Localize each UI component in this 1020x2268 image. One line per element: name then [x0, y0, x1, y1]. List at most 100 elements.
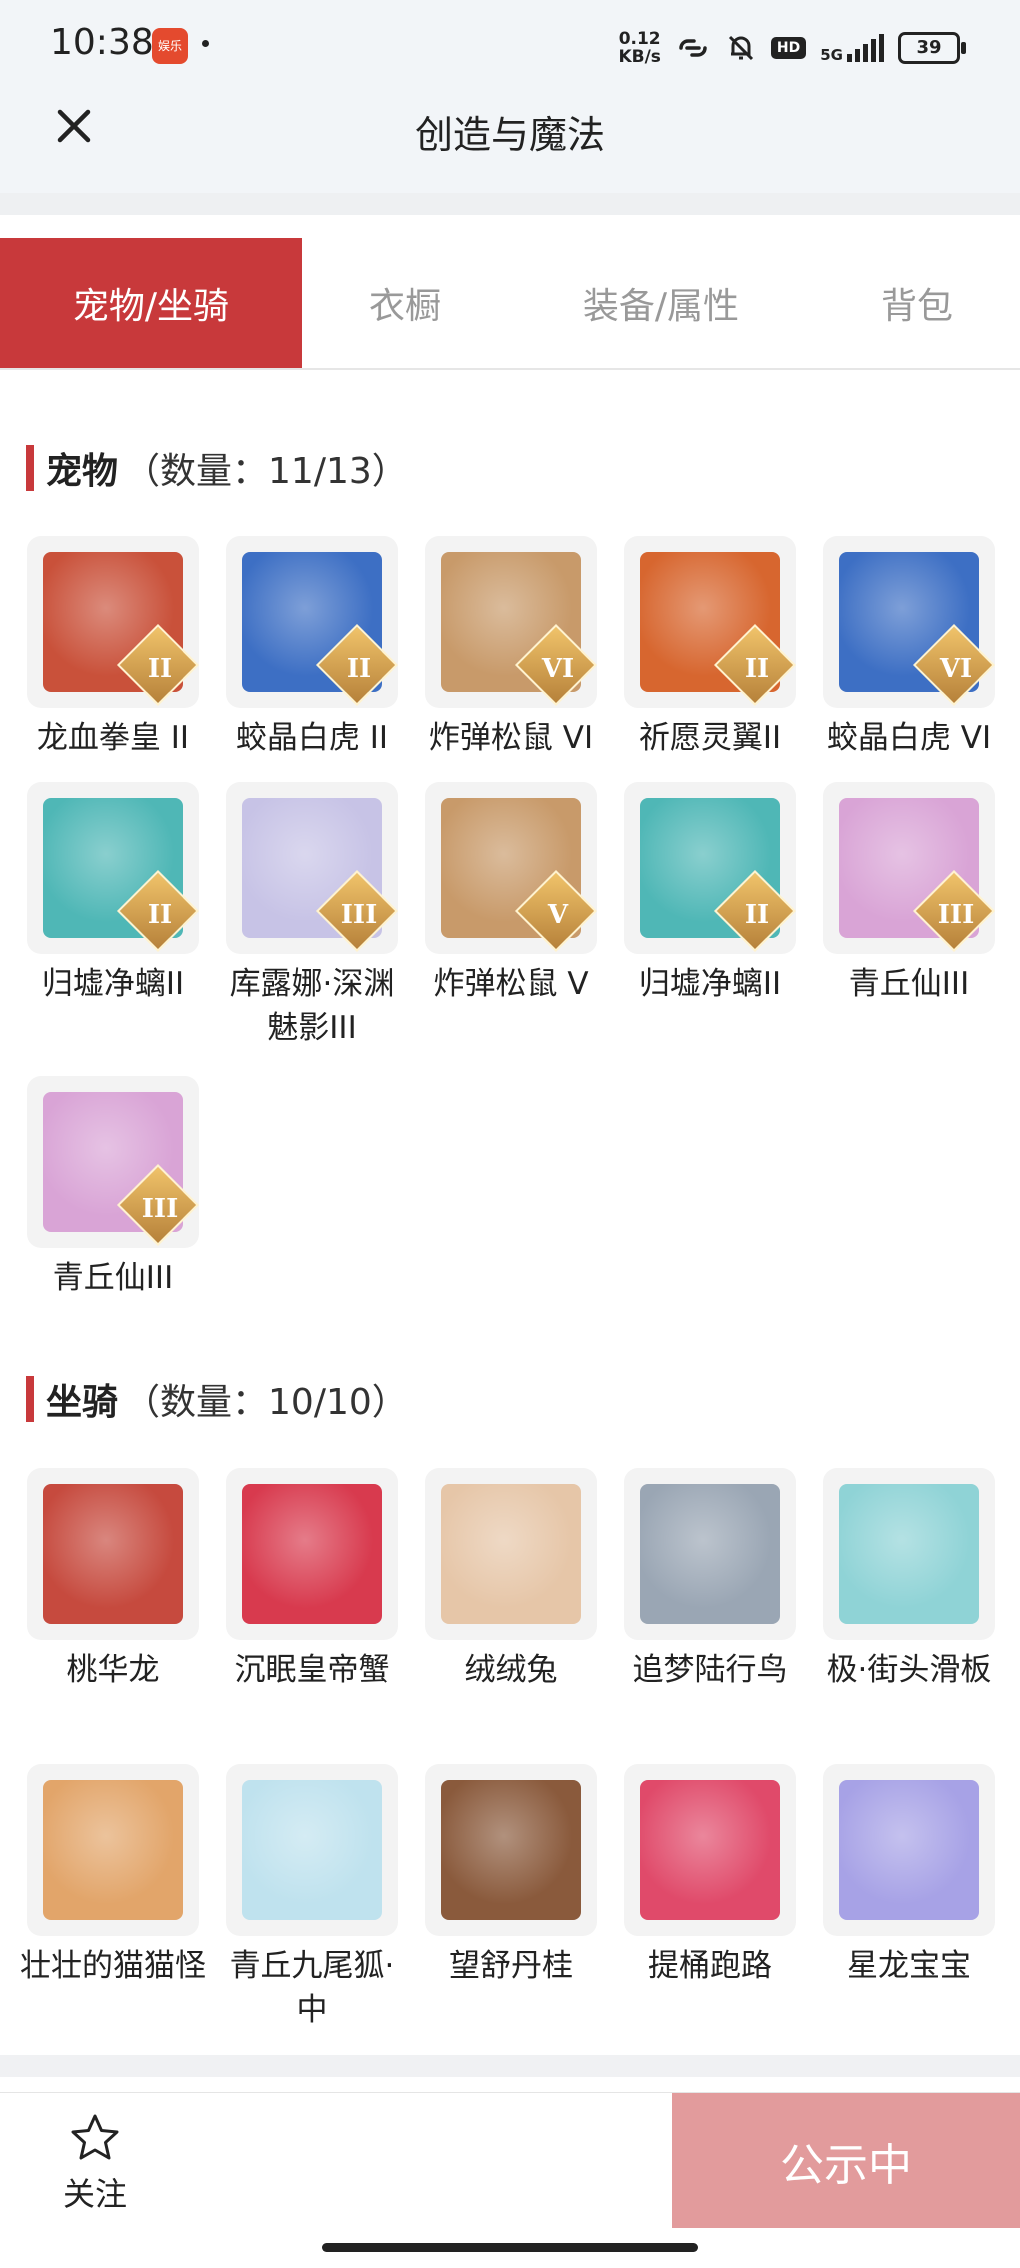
item-name: 追梦陆行鸟: [632, 1652, 788, 1688]
status-time: 10:38: [50, 22, 154, 63]
rank-label: II: [744, 900, 770, 930]
item-name: 蛟晶白虎 VI: [826, 720, 992, 756]
item-thumbnail[interactable]: III: [823, 782, 995, 954]
tab-wardrobe[interactable]: 衣橱: [302, 238, 508, 368]
item-name: 青丘九尾狐·中: [229, 1948, 395, 2028]
home-indicator[interactable]: [322, 2243, 698, 2252]
net-speed-value: 0.12: [618, 29, 661, 49]
tab-bar: 宠物/坐骑 衣橱 装备/属性 背包: [0, 238, 1020, 370]
mounts-section-header: 坐骑 （数量：10/10）: [26, 1374, 408, 1424]
star-dragon-icon: [839, 1780, 979, 1920]
item-name: 青丘仙III: [848, 966, 970, 1002]
item-name: 青丘仙III: [52, 1260, 174, 1296]
rank-label: III: [937, 900, 975, 930]
follow-label: 关注: [62, 2175, 127, 2213]
mount-item[interactable]: 壮壮的猫猫怪: [18, 1764, 208, 1988]
pet-item[interactable]: II 归墟净螭II: [18, 782, 208, 1006]
item-thumbnail[interactable]: II: [624, 782, 796, 954]
mount-item[interactable]: 青丘九尾狐·中: [217, 1764, 407, 2032]
status-bar: 10:38 娱乐 0.12 KB/s HD 5G 39: [0, 0, 1020, 95]
mount-item[interactable]: 绒绒兔: [416, 1468, 606, 1692]
item-thumbnail[interactable]: [226, 1764, 398, 1936]
header-divider: [0, 193, 1020, 215]
item-thumbnail[interactable]: [27, 1468, 199, 1640]
skateboard-icon: [839, 1484, 979, 1624]
rank-label: VI: [939, 654, 973, 684]
mount-item[interactable]: 星龙宝宝: [814, 1764, 1004, 1988]
pets-count: （数量：11/13）: [124, 451, 408, 492]
mount-item[interactable]: 提桶跑路: [615, 1764, 805, 1988]
tab-equipment[interactable]: 装备/属性: [508, 238, 814, 368]
pet-item[interactable]: III 库露娜·深渊魅影III: [217, 782, 407, 1050]
item-thumbnail[interactable]: [425, 1468, 597, 1640]
item-thumbnail[interactable]: [624, 1764, 796, 1936]
tab-backpack[interactable]: 背包: [814, 238, 1020, 368]
pet-item[interactable]: II 归墟净螭II: [615, 782, 805, 1006]
item-thumbnail[interactable]: VI: [425, 536, 597, 708]
nine-tail-fox-icon: [242, 1780, 382, 1920]
item-thumbnail[interactable]: III: [226, 782, 398, 954]
mount-item[interactable]: 追梦陆行鸟: [615, 1468, 805, 1692]
follow-button[interactable]: 关注: [40, 2111, 150, 2215]
rank-label: III: [340, 900, 378, 930]
cat-icon: [43, 1780, 183, 1920]
crab-icon: [242, 1484, 382, 1624]
item-thumbnail[interactable]: [226, 1468, 398, 1640]
peach-dragon-icon: [43, 1484, 183, 1624]
item-thumbnail[interactable]: II: [27, 782, 199, 954]
star-icon: [71, 2114, 119, 2160]
publicity-button[interactable]: 公示中: [672, 2093, 1020, 2228]
pet-item[interactable]: VI 蛟晶白虎 VI: [814, 536, 1004, 760]
item-thumbnail[interactable]: [27, 1764, 199, 1936]
item-thumbnail[interactable]: II: [27, 536, 199, 708]
pet-item[interactable]: II 祈愿灵翼II: [615, 536, 805, 760]
item-thumbnail[interactable]: [425, 1764, 597, 1936]
mount-item[interactable]: 望舒丹桂: [416, 1764, 606, 1988]
item-thumbnail[interactable]: [823, 1468, 995, 1640]
item-name: 龙血拳皇 II: [36, 720, 190, 756]
rank-label: II: [346, 654, 372, 684]
item-name: 极·街头滑板: [826, 1652, 992, 1688]
pet-item[interactable]: VI 炸弹松鼠 VI: [416, 536, 606, 760]
mount-item[interactable]: 沉眠皇帝蟹: [217, 1468, 407, 1692]
item-thumbnail[interactable]: II: [624, 536, 796, 708]
tab-pets-mounts[interactable]: 宠物/坐骑: [0, 238, 302, 368]
rank-label: III: [141, 1194, 179, 1224]
hd-badge: HD: [770, 37, 807, 59]
item-thumbnail[interactable]: V: [425, 782, 597, 954]
mounts-count: （数量：10/10）: [124, 1382, 408, 1423]
rank-label: II: [147, 654, 173, 684]
content-divider: [0, 2055, 1020, 2077]
bucket-icon: [640, 1780, 780, 1920]
item-thumbnail[interactable]: [823, 1764, 995, 1936]
net-speed-unit: KB/s: [618, 47, 661, 67]
pet-item[interactable]: V 炸弹松鼠 V: [416, 782, 606, 1006]
swing-icon: [441, 1780, 581, 1920]
item-thumbnail[interactable]: III: [27, 1076, 199, 1248]
pets-title: 宠物: [46, 451, 119, 492]
bottom-bar: 关注 公示中: [0, 2092, 1020, 2268]
mounts-title: 坐骑: [46, 1382, 119, 1423]
battery-indicator: 39: [898, 32, 966, 64]
pet-item[interactable]: III 青丘仙III: [18, 1076, 208, 1300]
item-name: 祈愿灵翼II: [638, 720, 782, 756]
pet-item[interactable]: II 蛟晶白虎 II: [217, 536, 407, 760]
rank-label: V: [547, 900, 569, 930]
mount-item[interactable]: 桃华龙: [18, 1468, 208, 1692]
item-name: 归墟净螭II: [41, 966, 185, 1002]
item-name: 蛟晶白虎 II: [235, 720, 389, 756]
mount-item[interactable]: 极·街头滑板: [814, 1468, 1004, 1692]
item-name: 归墟净螭II: [638, 966, 782, 1002]
network-type: 5G: [820, 46, 843, 64]
pet-item[interactable]: III 青丘仙III: [814, 782, 1004, 1006]
pet-item[interactable]: II 龙血拳皇 II: [18, 536, 208, 760]
net-speed: 0.12 KB/s: [618, 30, 660, 66]
item-thumbnail[interactable]: VI: [823, 536, 995, 708]
item-thumbnail[interactable]: [624, 1468, 796, 1640]
status-indicators: 0.12 KB/s HD 5G 39: [618, 28, 966, 68]
item-name: 沉眠皇帝蟹: [234, 1652, 390, 1688]
item-thumbnail[interactable]: II: [226, 536, 398, 708]
item-name: 炸弹松鼠 V: [433, 966, 589, 1002]
item-name: 桃华龙: [66, 1652, 160, 1688]
rabbit-icon: [441, 1484, 581, 1624]
